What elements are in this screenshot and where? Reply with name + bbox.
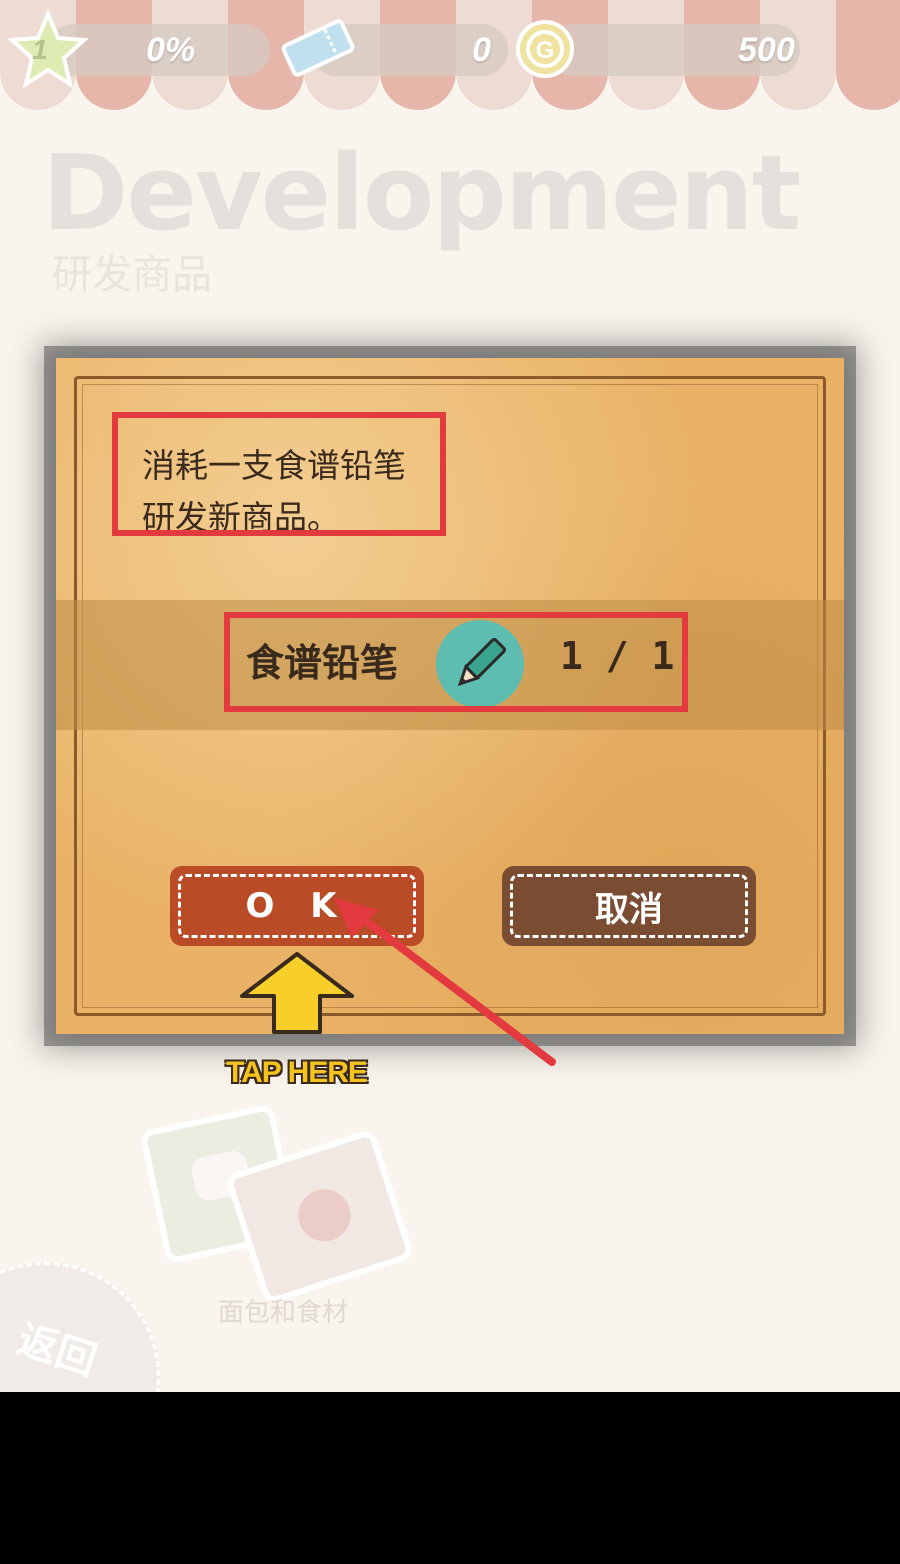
resource-highlight-box bbox=[224, 612, 688, 712]
message-highlight-box bbox=[112, 412, 446, 536]
game-screen: 1 0% 0 G 500 Development 研发商品 面包和食材 返回 消… bbox=[0, 0, 900, 1392]
red-pointer-arrow bbox=[334, 898, 556, 1066]
cancel-button-label: 取消 bbox=[595, 889, 663, 930]
